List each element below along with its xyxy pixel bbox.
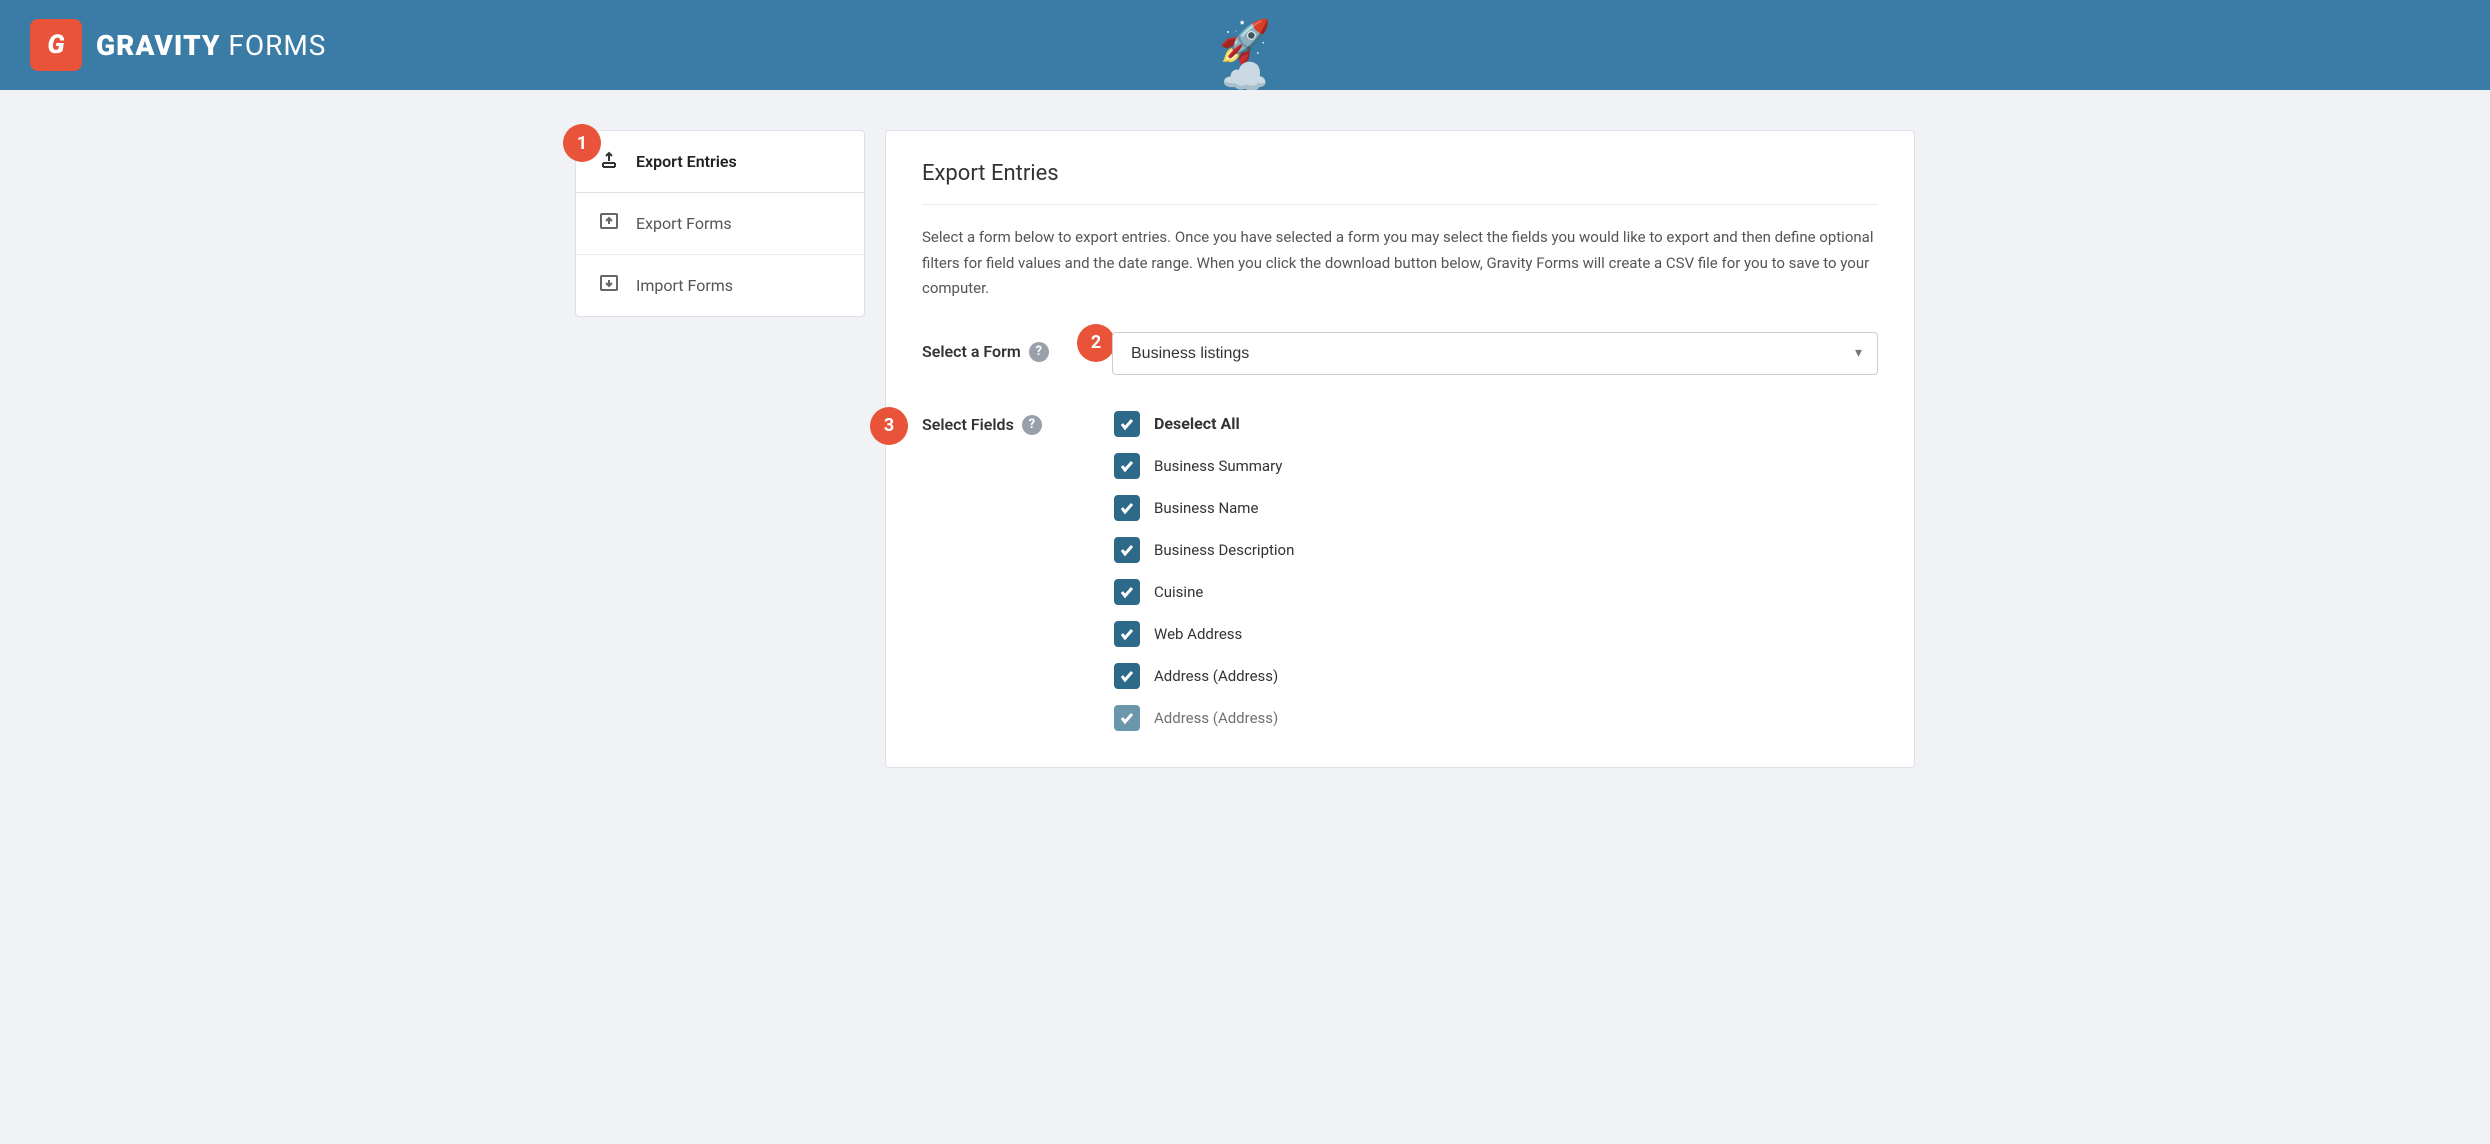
select-fields-row: 3 Select Fields ? Deselect All Busi (922, 405, 1878, 737)
rocket-decoration: 🚀 ☁️ (1219, 22, 1271, 90)
select-form-label: Select a Form ? (922, 332, 1082, 362)
select-form-row: 2 Select a Form ? Business listings ▾ (922, 332, 1878, 375)
step-2-badge: 2 (1077, 324, 1115, 362)
sidebar-item-import-forms[interactable]: Import Forms (576, 255, 864, 316)
checkbox-business-summary[interactable] (1114, 453, 1140, 479)
import-forms-icon (598, 273, 620, 298)
step-1-badge: 1 (563, 124, 601, 162)
description-text: Select a form below to export entries. O… (922, 225, 1878, 302)
field-label-business-summary: Business Summary (1154, 457, 1282, 475)
logo-icon: G (30, 19, 82, 71)
checkbox-address-2[interactable] (1114, 705, 1140, 731)
select-fields-label: 3 Select Fields ? (922, 405, 1082, 435)
select-form-dropdown[interactable]: Business listings (1112, 332, 1878, 375)
logo-text: GRAVITY FORMS (96, 29, 326, 62)
list-item[interactable]: Cuisine (1112, 573, 1878, 611)
list-item[interactable]: Address (Address) (1112, 657, 1878, 695)
page-title: Export Entries (922, 161, 1878, 205)
list-item[interactable]: Web Address (1112, 615, 1878, 653)
export-entries-icon (598, 149, 620, 174)
logo: G GRAVITY FORMS (30, 19, 326, 71)
field-label-cuisine: Cuisine (1154, 583, 1203, 601)
sidebar-export-forms-label: Export Forms (636, 214, 732, 233)
checkbox-deselect-all[interactable] (1114, 411, 1140, 437)
sidebar-export-entries-label: Export Entries (636, 152, 737, 171)
select-fields-help-icon[interactable]: ? (1022, 415, 1042, 435)
list-item[interactable]: Business Summary (1112, 447, 1878, 485)
sidebar-item-export-forms[interactable]: Export Forms (576, 193, 864, 255)
fields-checkbox-list: Deselect All Business Summary Business N… (1112, 405, 1878, 737)
field-label-web-address: Web Address (1154, 625, 1242, 643)
list-item[interactable]: Business Description (1112, 531, 1878, 569)
list-item[interactable]: Business Name (1112, 489, 1878, 527)
sidebar-item-export-entries[interactable]: Export Entries (576, 131, 864, 193)
list-item[interactable]: Address (Address) (1112, 699, 1878, 737)
checkbox-web-address[interactable] (1114, 621, 1140, 647)
checkbox-business-description[interactable] (1114, 537, 1140, 563)
sidebar: Export Entries Export Forms Import For (575, 130, 865, 317)
content-area: Export Entries Select a form below to ex… (885, 130, 1915, 768)
select-form-help-icon[interactable]: ? (1029, 342, 1049, 362)
field-label-address-1: Address (Address) (1154, 667, 1278, 685)
main-container: 1 Export Entries (545, 90, 1945, 798)
checkbox-cuisine[interactable] (1114, 579, 1140, 605)
checkbox-address-1[interactable] (1114, 663, 1140, 689)
step-3-badge: 3 (870, 407, 908, 445)
app-header: G GRAVITY FORMS 🚀 ☁️ (0, 0, 2490, 90)
select-form-wrapper: Business listings ▾ (1112, 332, 1878, 375)
export-forms-icon (598, 211, 620, 236)
field-label-deselect-all: Deselect All (1154, 414, 1240, 433)
sidebar-import-forms-label: Import Forms (636, 276, 733, 295)
field-label-address-2: Address (Address) (1154, 709, 1278, 727)
field-label-business-description: Business Description (1154, 541, 1294, 559)
cloud-icon: ☁️ (1221, 56, 1268, 90)
list-item[interactable]: Deselect All (1112, 405, 1878, 443)
checkbox-business-name[interactable] (1114, 495, 1140, 521)
field-label-business-name: Business Name (1154, 499, 1258, 517)
